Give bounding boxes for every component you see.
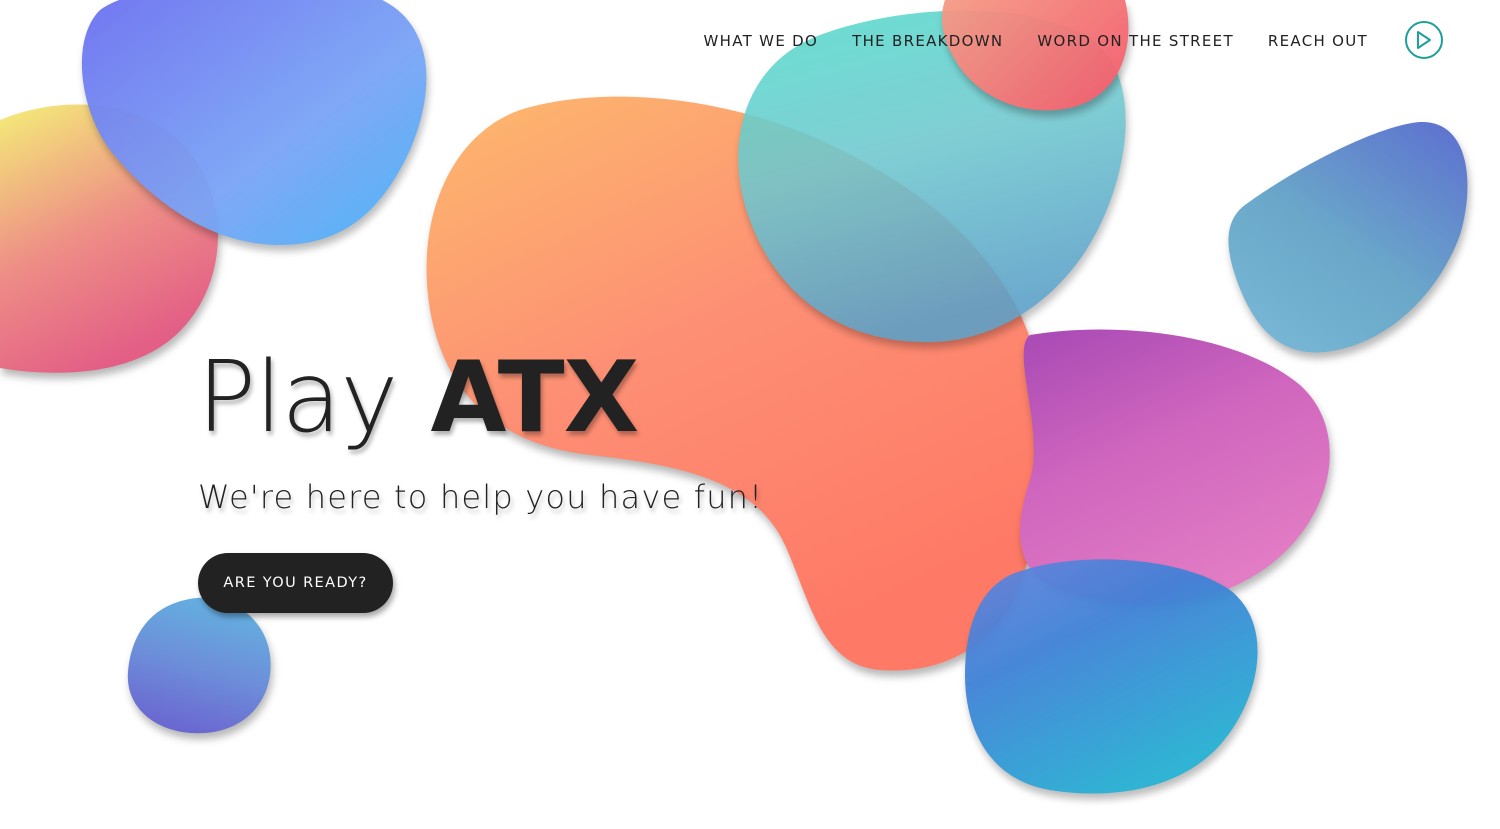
hero-title-light: Play	[197, 341, 398, 455]
nav-reach-out[interactable]: REACH OUT	[1268, 32, 1368, 50]
hero-title-bold: ATX	[430, 341, 640, 455]
small-blue-blob	[127, 597, 271, 734]
main-nav: WHAT WE DO THE BREAKDOWN WORD ON THE STR…	[704, 32, 1368, 50]
nav-word-on-the-street[interactable]: WORD ON THE STREET	[1037, 32, 1234, 50]
hero-title: Play ATX	[197, 338, 640, 458]
nav-the-breakdown[interactable]: THE BREAKDOWN	[852, 32, 1003, 50]
hero-subtitle: We're here to help you have fun!	[198, 478, 764, 516]
nav-what-we-do[interactable]: WHAT WE DO	[704, 32, 819, 50]
right-blue-blob	[1228, 121, 1468, 353]
play-button[interactable]	[1405, 21, 1443, 59]
deep-blue-blob	[965, 559, 1258, 794]
play-circle-icon	[1417, 31, 1431, 49]
are-you-ready-button[interactable]: ARE YOU READY?	[198, 553, 393, 613]
